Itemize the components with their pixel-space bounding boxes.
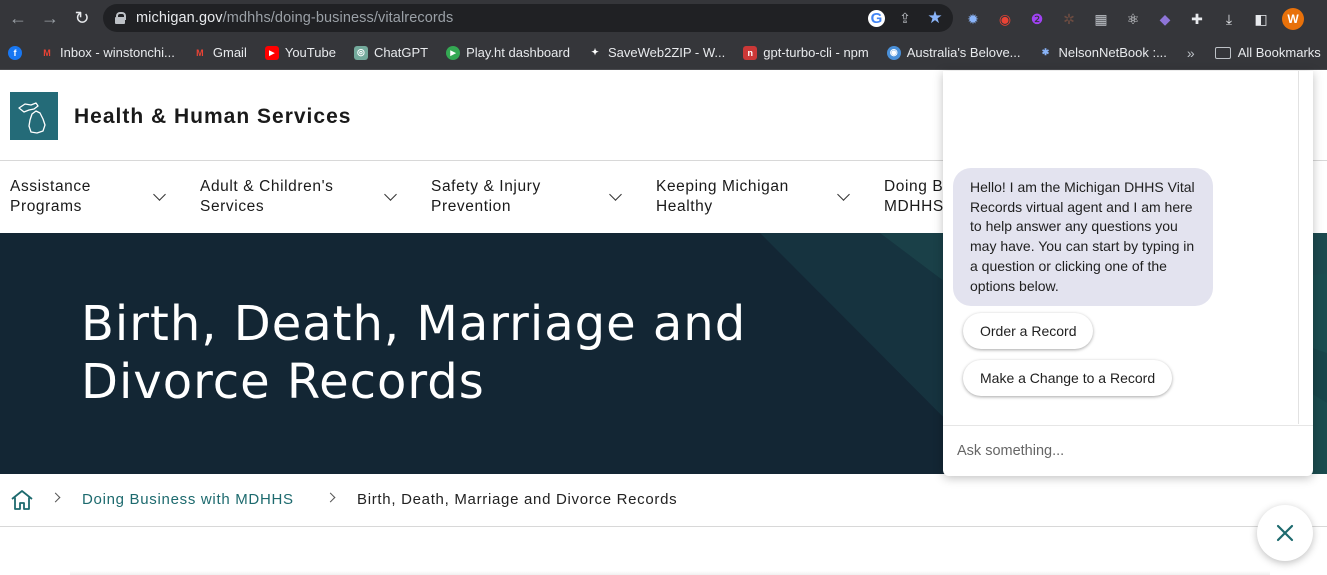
chevron-down-icon[interactable]: [384, 188, 397, 201]
nav-label-line: Services: [200, 198, 265, 215]
nav-label-line: Prevention: [431, 198, 512, 215]
share-icon[interactable]: ⇪: [895, 8, 915, 28]
virtual-agent-chat-panel: Hello! I am the Michigan DHHS Vital Reco…: [943, 71, 1313, 476]
bookmark-item[interactable]: ◎ ChatGPT: [353, 45, 428, 60]
bookmark-item[interactable]: n gpt-turbo-cli - npm: [743, 45, 869, 60]
michigan-map-icon: [18, 102, 46, 134]
extension-bug-icon[interactable]: ✲: [1058, 9, 1080, 29]
nav-label-line: Healthy: [656, 198, 713, 215]
bookmark-star-icon[interactable]: ★: [925, 8, 945, 28]
chevron-down-icon[interactable]: [609, 188, 622, 201]
chevron-down-icon[interactable]: [153, 188, 166, 201]
nav-label-line: Safety & Injury: [431, 178, 541, 195]
download-icon[interactable]: ⤓: [1218, 9, 1240, 29]
bookmark-item[interactable]: M Gmail: [193, 45, 247, 60]
reload-button[interactable]: ↻: [68, 4, 96, 32]
nav-label-line: MDHHS: [884, 198, 944, 215]
breadcrumb-chevron-icon: [50, 492, 61, 503]
nav-label-line: Assistance: [10, 178, 91, 195]
youtube-icon: ▶: [264, 45, 279, 60]
back-button[interactable]: ←: [4, 4, 32, 32]
chevron-down-icon[interactable]: [837, 188, 850, 201]
saveweb2zip-icon: ✦: [591, 47, 599, 57]
quick-reply-make-change[interactable]: Make a Change to a Record: [963, 360, 1173, 396]
browser-toolbar: ← → ↻ michigan.gov/mdhhs/doing-business/…: [0, 0, 1327, 36]
nelson-icon: ✱: [1041, 47, 1050, 57]
profile-avatar[interactable]: W: [1282, 8, 1304, 30]
nav-item-keeping-michigan-healthy[interactable]: Keeping Michigan Healthy: [656, 177, 789, 217]
nav-item-assistance-programs[interactable]: Assistance Programs: [10, 177, 91, 217]
bookmark-item[interactable]: ▶ YouTube: [264, 45, 336, 60]
quick-reply-order-record[interactable]: Order a Record: [963, 313, 1094, 349]
close-icon: [1276, 524, 1294, 542]
content-card-edge: [70, 571, 1270, 575]
site-title[interactable]: Health & Human Services: [74, 105, 351, 129]
bookmarks-bar: f M Inbox - winstonchi... M Gmail ▶ YouTube…: [0, 36, 1327, 70]
chat-input[interactable]: [957, 440, 1297, 462]
breadcrumb-link-doing-business[interactable]: Doing Business with MDHHS: [82, 491, 294, 508]
bookmark-item[interactable]: ▶ Play.ht dashboard: [446, 45, 570, 60]
nav-label-line: Doing B: [884, 178, 944, 195]
breadcrumb-current: Birth, Death, Marriage and Divorce Recor…: [357, 491, 678, 508]
extension-record-icon[interactable]: ◉: [994, 9, 1016, 29]
globe-icon: ◉: [886, 45, 901, 60]
extensions-area: ✹ ◉ ❷ ✲ ▦ ⚛ ◆ ✚ ⤓ ◧ W: [962, 8, 1304, 30]
nav-item-safety-injury-prevention[interactable]: Safety & Injury Prevention: [431, 177, 541, 217]
url-text: michigan.gov/mdhhs/doing-business/vitalr…: [136, 10, 454, 26]
bookmark-item[interactable]: ✦ SaveWeb2ZIP - W...: [588, 45, 725, 60]
extension-gear-icon[interactable]: ✹: [962, 9, 984, 29]
nav-item-doing-business[interactable]: Doing B MDHHS: [884, 177, 944, 217]
facebook-icon: f: [8, 45, 22, 60]
gmail-icon: M: [43, 47, 51, 58]
agent-message-bubble: Hello! I am the Michigan DHHS Vital Reco…: [953, 168, 1213, 307]
bookmark-item[interactable]: ✱ NelsonNetBook :...: [1039, 45, 1167, 60]
playht-icon: ▶: [446, 45, 461, 60]
home-icon[interactable]: [10, 489, 34, 511]
extension-grid-icon[interactable]: ▦: [1090, 9, 1112, 29]
michigan-logo[interactable]: [10, 92, 58, 140]
chatgpt-icon: ◎: [353, 45, 368, 60]
breadcrumb-chevron-icon: [325, 492, 336, 503]
npm-icon: n: [743, 45, 758, 60]
extension-leaf-icon[interactable]: ◆: [1154, 9, 1176, 29]
lock-icon: [115, 12, 126, 24]
address-bar[interactable]: michigan.gov/mdhhs/doing-business/vitalr…: [103, 4, 953, 32]
all-bookmarks-folder[interactable]: All Bookmarks: [1214, 45, 1321, 60]
bookmark-item[interactable]: M Inbox - winstonchi...: [40, 45, 175, 60]
bookmarks-overflow-button[interactable]: »: [1187, 45, 1195, 61]
breadcrumb: Doing Business with MDHHS Birth, Death, …: [0, 474, 1327, 527]
forward-button[interactable]: →: [36, 4, 64, 32]
chat-input-area: [943, 425, 1313, 476]
chat-scrollbar[interactable]: [1298, 71, 1299, 424]
google-lens-icon[interactable]: G: [868, 9, 885, 27]
close-chat-button[interactable]: [1257, 505, 1313, 561]
nav-label-line: Keeping Michigan: [656, 178, 789, 195]
extension-b-icon[interactable]: ❷: [1026, 9, 1048, 29]
nav-item-adult-children-services[interactable]: Adult & Children's Services: [200, 177, 334, 217]
folder-icon: [1214, 46, 1231, 59]
gmail-icon: M: [196, 47, 204, 58]
bookmark-item[interactable]: ◉ Australia's Belove...: [886, 45, 1021, 60]
nav-label-line: Programs: [10, 198, 82, 215]
extension-atom-icon[interactable]: ⚛: [1122, 9, 1144, 29]
page-title: Birth, Death, Marriage and Divorce Recor…: [81, 296, 747, 410]
nav-label-line: Adult & Children's: [200, 178, 334, 195]
extensions-puzzle-icon[interactable]: ✚: [1186, 9, 1208, 29]
bookmark-facebook[interactable]: f: [8, 45, 28, 60]
side-panel-icon[interactable]: ◧: [1250, 9, 1272, 29]
